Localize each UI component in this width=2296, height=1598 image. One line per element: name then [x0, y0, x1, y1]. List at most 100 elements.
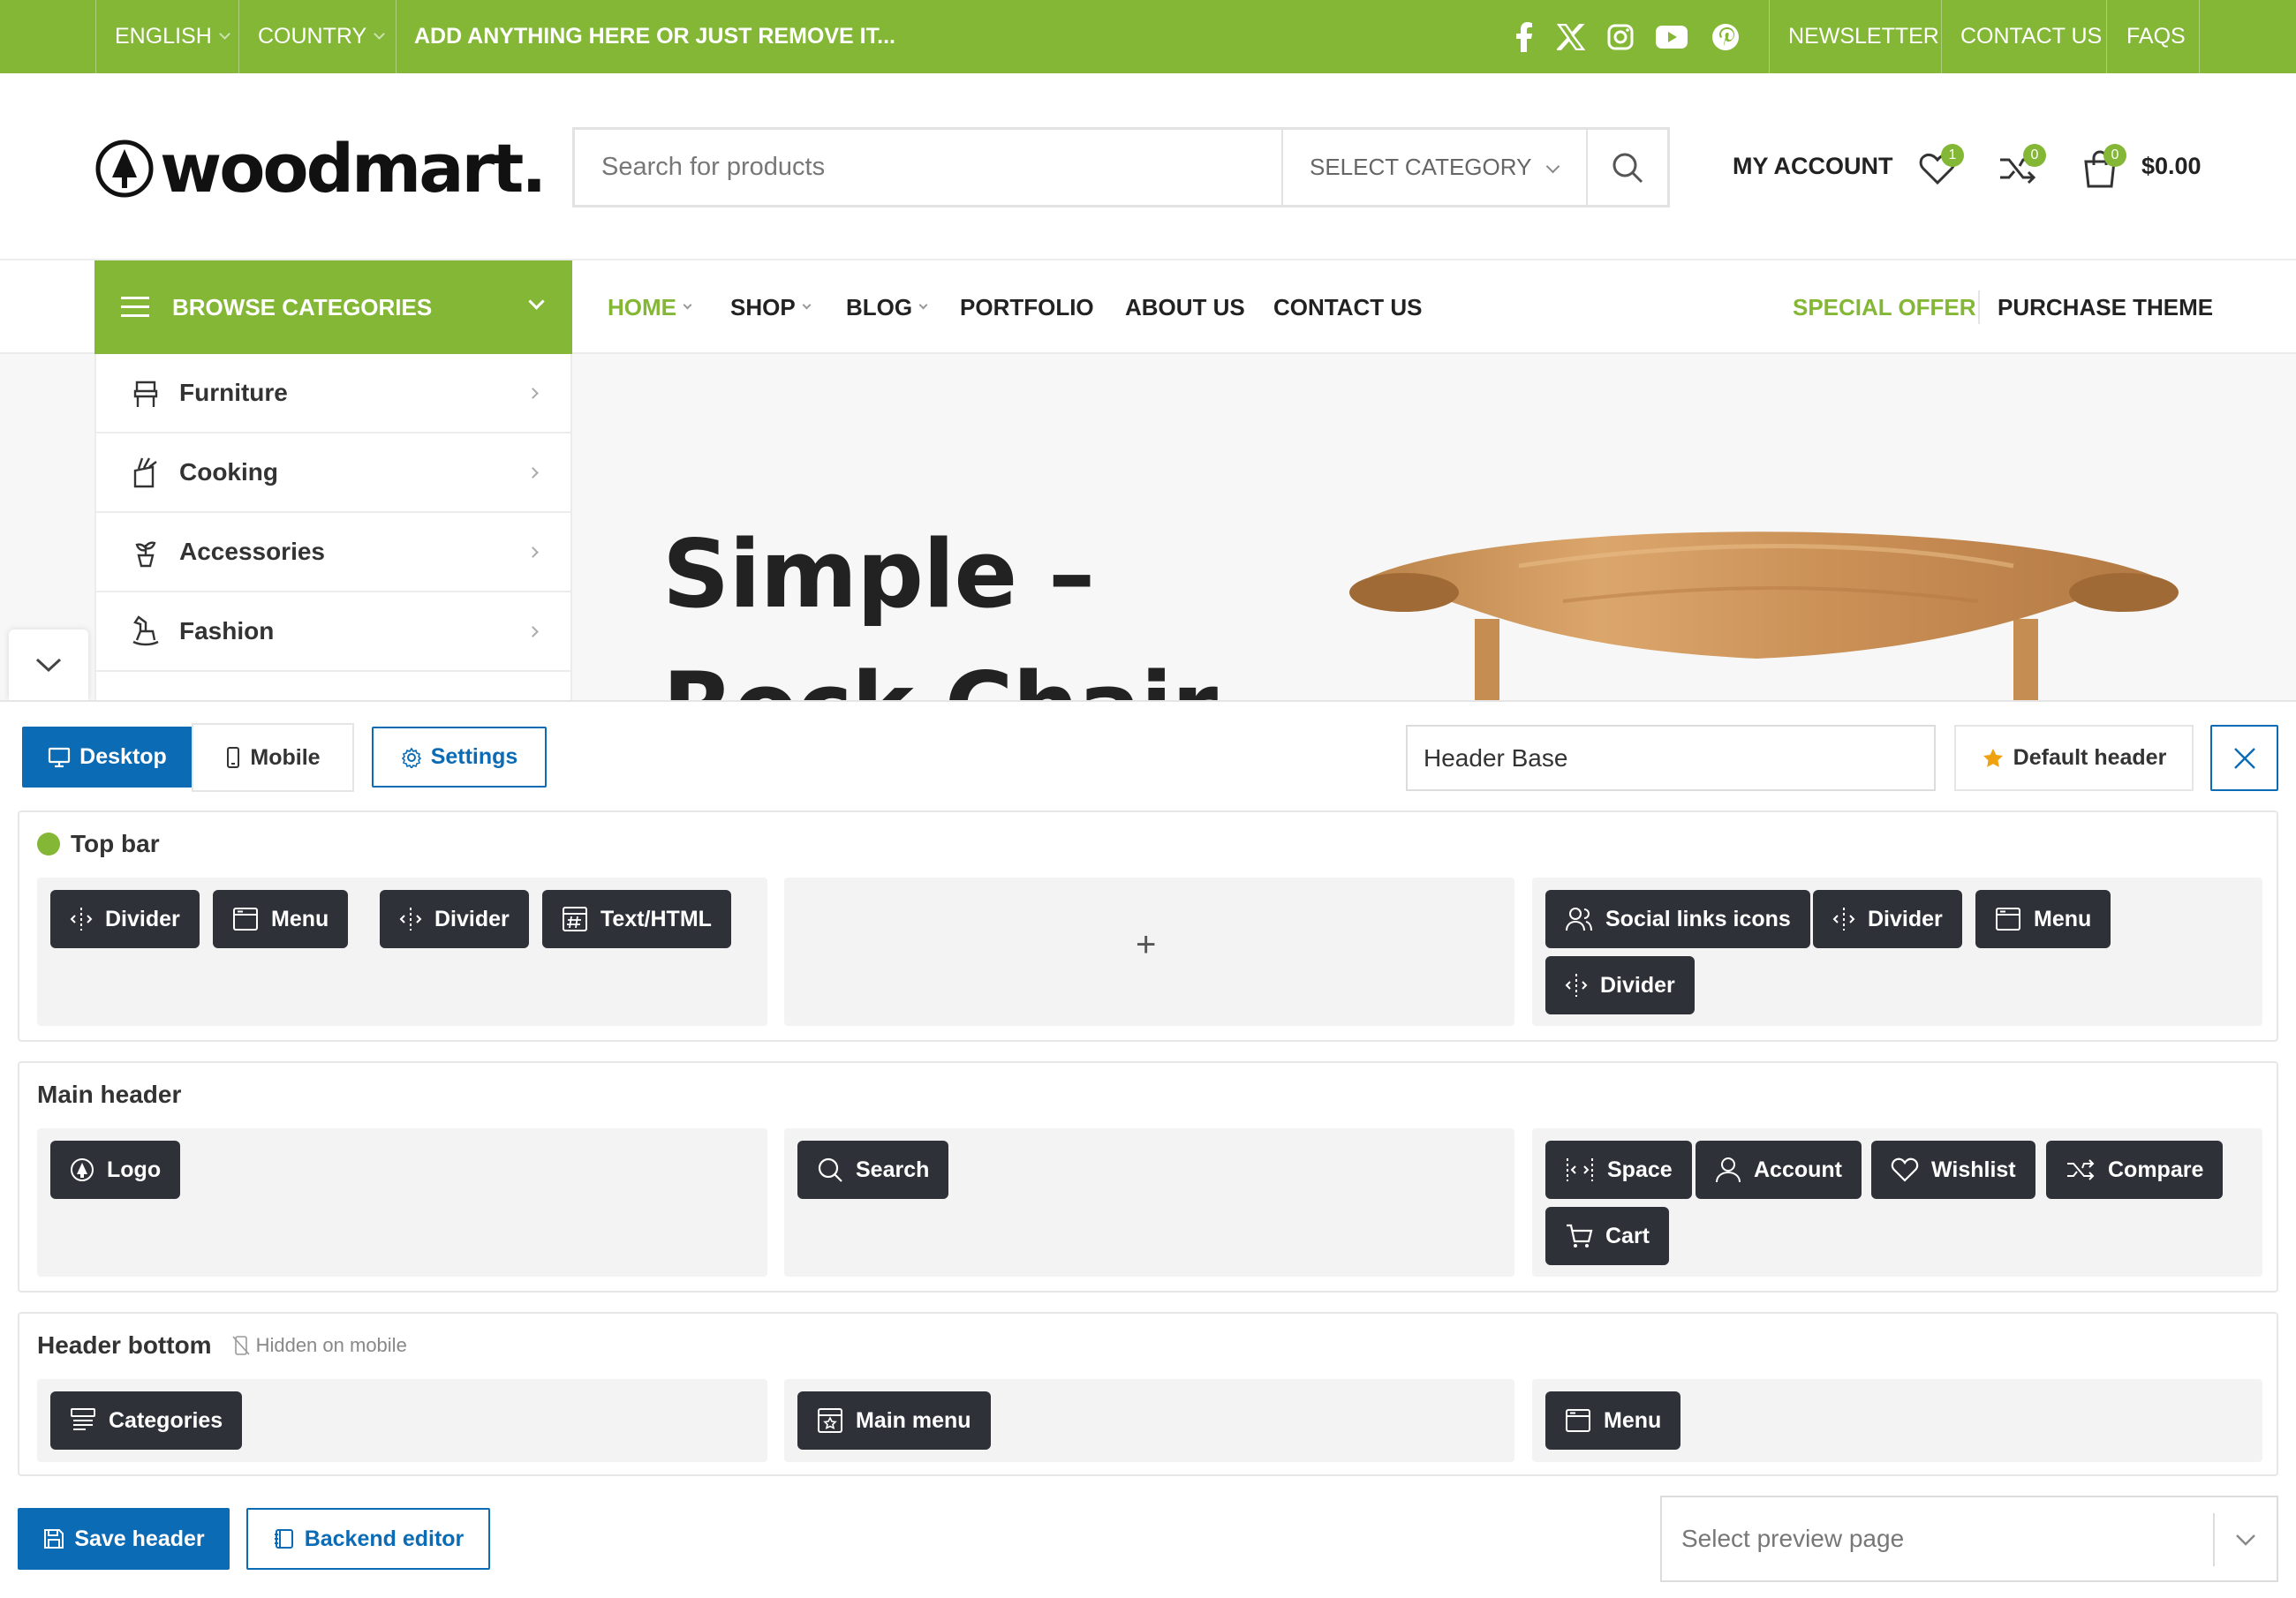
nav-contact-us[interactable]: CONTACT US	[1273, 260, 1423, 354]
wishlist-button[interactable]: 1	[1916, 144, 1964, 188]
category-label: Fashion	[179, 617, 275, 644]
mobile-tab[interactable]: Mobile	[192, 723, 354, 792]
column-left[interactable]: Divider Menu Divider Text/HTML	[37, 878, 767, 1026]
hidden-on-mobile-note: Hidden on mobile	[231, 1334, 407, 1357]
search-button[interactable]	[1586, 130, 1667, 205]
compare-button[interactable]: 0	[1998, 144, 2046, 188]
element-categories[interactable]: Categories	[50, 1391, 243, 1450]
hero-section: Furniture Cooking Accessories Fashion Si…	[0, 354, 2296, 700]
floppy-disk-icon	[44, 1529, 64, 1549]
element-menu[interactable]: Menu	[213, 890, 349, 948]
column-right[interactable]: Space Account Wishlist Compare Cart	[1532, 1128, 2262, 1277]
element-label: Wishlist	[1931, 1157, 2016, 1182]
category-label: Cooking	[179, 458, 278, 486]
nav-portfolio[interactable]: PORTFOLIO	[960, 260, 1094, 354]
backend-editor-button[interactable]: Backend editor	[246, 1508, 490, 1570]
browse-categories-button[interactable]: BROWSE CATEGORIES	[94, 260, 572, 354]
element-divider[interactable]: Divider	[1545, 956, 1695, 1014]
settings-button[interactable]: Settings	[372, 727, 547, 788]
element-label: Space	[1607, 1157, 1673, 1182]
element-social-links-icons[interactable]: Social links icons	[1545, 890, 1810, 948]
section-title-text: Header bottom	[37, 1331, 212, 1359]
element-main-menu[interactable]: Main menu	[797, 1391, 991, 1450]
element-account[interactable]: Account	[1696, 1141, 1862, 1199]
element-wishlist[interactable]: Wishlist	[1871, 1141, 2035, 1199]
element-label: Divider	[1868, 906, 1943, 931]
category-more[interactable]	[96, 672, 570, 700]
main-menu-icon	[818, 1408, 842, 1433]
element-text-html[interactable]: Text/HTML	[542, 890, 731, 948]
my-account-link[interactable]: MY ACCOUNT	[1733, 153, 1893, 180]
category-accessories[interactable]: Accessories	[96, 513, 570, 592]
element-space[interactable]: Space	[1545, 1141, 1692, 1199]
default-header-button[interactable]: Default header	[1954, 725, 2194, 791]
rocking-horse-icon	[132, 615, 159, 646]
column-center[interactable]: Main menu	[784, 1379, 1514, 1462]
nav-home-label: HOME	[608, 293, 676, 320]
newsletter-link[interactable]: NEWSLETTER	[1788, 0, 1939, 73]
element-divider[interactable]: Divider	[380, 890, 529, 948]
collapse-builder-button[interactable]	[9, 629, 88, 700]
language-switcher[interactable]: ENGLISH	[115, 0, 230, 73]
nav-home[interactable]: HOME	[608, 260, 692, 354]
element-label: Text/HTML	[600, 906, 712, 931]
category-fashion[interactable]: Fashion	[96, 592, 570, 672]
faqs-link[interactable]: FAQS	[2126, 0, 2186, 73]
save-header-button[interactable]: Save header	[18, 1508, 230, 1570]
cart-count-badge: 0	[2103, 144, 2126, 167]
chevron-down-icon	[218, 28, 230, 40]
nav-blog-label: BLOG	[846, 293, 913, 320]
site-logo[interactable]: woodmart.	[94, 129, 547, 207]
instagram-icon[interactable]	[1603, 19, 1638, 55]
nav-blog[interactable]: BLOG	[846, 260, 928, 354]
monitor-icon	[49, 747, 71, 767]
add-element-icon[interactable]: +	[1136, 925, 1156, 965]
column-center[interactable]: Search	[784, 1128, 1514, 1277]
preview-page-select[interactable]: Select preview page	[1660, 1496, 2278, 1582]
element-cart[interactable]: Cart	[1545, 1207, 1670, 1265]
contact-us-link[interactable]: CONTACT US	[1960, 0, 2102, 73]
desktop-tab[interactable]: Desktop	[22, 727, 193, 788]
x-icon[interactable]	[1553, 19, 1589, 55]
element-label: Divider	[434, 906, 510, 931]
category-furniture[interactable]: Furniture	[96, 354, 570, 433]
cart-total[interactable]: $0.00	[2141, 153, 2202, 180]
column-left[interactable]: Categories	[37, 1379, 767, 1462]
column-center[interactable]: +	[784, 878, 1514, 1026]
youtube-icon[interactable]	[1654, 19, 1689, 55]
element-divider[interactable]: Divider	[50, 890, 200, 948]
purchase-theme-link[interactable]: PURCHASE THEME	[1998, 260, 2213, 354]
hamburger-icon	[121, 297, 149, 317]
element-logo[interactable]: Logo	[50, 1141, 181, 1199]
category-select[interactable]: SELECT CATEGORY	[1281, 130, 1586, 205]
cart-button[interactable]: 0	[2082, 144, 2126, 188]
column-right[interactable]: Social links icons Divider Menu Divider	[1532, 878, 2262, 1026]
country-switcher[interactable]: COUNTRY	[258, 0, 386, 73]
element-divider[interactable]: Divider	[1813, 890, 1962, 948]
element-compare[interactable]: Compare	[2046, 1141, 2224, 1199]
element-label: Divider	[105, 906, 180, 931]
text-html-icon	[563, 907, 587, 931]
element-menu[interactable]: Menu	[1975, 890, 2111, 948]
section-title: Header bottom Hidden on mobile	[37, 1331, 407, 1360]
special-offer-link[interactable]: SPECIAL OFFER	[1793, 260, 1976, 354]
header-bottom: BROWSE CATEGORIES HOME SHOP BLOG PORTFOL…	[0, 260, 2296, 354]
close-builder-button[interactable]	[2210, 725, 2278, 791]
search-input[interactable]	[575, 130, 1281, 205]
element-search[interactable]: Search	[797, 1141, 949, 1199]
mobile-hidden-icon	[231, 1336, 250, 1355]
header-name-input[interactable]: Header Base	[1406, 725, 1936, 791]
nav-about-us[interactable]: ABOUT US	[1125, 260, 1245, 354]
element-menu[interactable]: Menu	[1545, 1391, 1681, 1450]
category-select-label: SELECT CATEGORY	[1310, 154, 1532, 180]
divider-icon	[70, 908, 93, 931]
column-left[interactable]: Logo	[37, 1128, 767, 1277]
nav-shop[interactable]: SHOP	[730, 260, 812, 354]
pinterest-icon[interactable]	[1708, 19, 1743, 55]
hero-title-line-1: Simple –	[662, 520, 1095, 629]
category-cooking[interactable]: Cooking	[96, 433, 570, 513]
logo-tree-icon	[95, 139, 154, 197]
chevron-down-icon	[683, 300, 692, 309]
facebook-icon[interactable]	[1507, 19, 1542, 55]
column-right[interactable]: Menu	[1532, 1379, 2262, 1462]
